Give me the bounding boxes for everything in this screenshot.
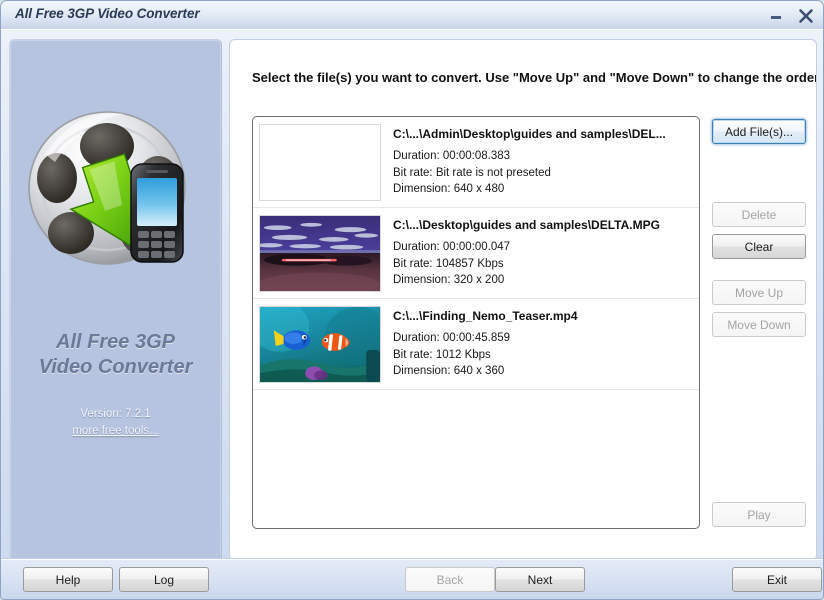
help-button[interactable]: Help — [23, 567, 113, 592]
file-dimension: Dimension: 640 x 360 — [393, 365, 505, 377]
window-title: All Free 3GP Video Converter — [15, 6, 200, 21]
underwater-fish-thumbnail — [259, 306, 381, 383]
dusk-landscape-thumbnail-icon — [260, 216, 380, 291]
instruction-text: Select the file(s) you want to convert. … — [252, 70, 817, 85]
underwater-fish-thumbnail-icon — [260, 307, 380, 382]
close-button[interactable] — [795, 6, 817, 26]
footer-bar: Help Log Back Next Exit — [1, 558, 823, 599]
log-button[interactable]: Log — [119, 567, 209, 592]
version-label: Version: 7.2.1 — [80, 408, 151, 420]
file-info: C:\...\Finding_Nemo_Teaser.mp4 Duration:… — [393, 306, 691, 389]
main-panel: Select the file(s) you want to convert. … — [229, 39, 817, 561]
close-icon — [799, 9, 813, 23]
app-name: All Free 3GP Video Converter — [10, 330, 221, 380]
app-name-line1: All Free 3GP — [56, 331, 175, 353]
file-dimension: Dimension: 320 x 200 — [393, 274, 505, 286]
file-info: C:\...\Admin\Desktop\guides and samples\… — [393, 124, 691, 207]
add-files-button[interactable]: Add File(s)... — [712, 119, 806, 144]
next-button[interactable]: Next — [495, 567, 585, 592]
film-reel-phone-logo-icon — [27, 111, 186, 265]
app-logo — [21, 102, 211, 277]
file-bitrate: Bit rate: 1012 Kbps — [393, 348, 491, 361]
move-down-button[interactable]: Move Down — [712, 312, 806, 337]
file-info: C:\...\Desktop\guides and samples\DELTA.… — [393, 215, 691, 298]
file-path: C:\...\Admin\Desktop\guides and samples\… — [393, 127, 666, 141]
more-free-tools-link[interactable]: more free tools... — [10, 425, 221, 437]
dusk-landscape-thumbnail — [259, 215, 381, 292]
file-dimension: Dimension: 640 x 480 — [393, 183, 505, 195]
file-list-item[interactable]: C:\...\Finding_Nemo_Teaser.mp4 Duration:… — [253, 299, 699, 390]
app-name-line2: Video Converter — [38, 356, 193, 378]
blank-thumbnail-icon — [260, 125, 380, 200]
blank-thumbnail — [259, 124, 381, 201]
clear-button[interactable]: Clear — [712, 234, 806, 259]
sidebar: All Free 3GP Video Converter Version: 7.… — [9, 39, 222, 561]
minimize-icon — [771, 16, 781, 19]
minimize-button[interactable] — [765, 6, 787, 26]
file-bitrate: Bit rate: Bit rate is not preseted — [393, 166, 551, 179]
file-duration: Duration: 00:00:08.383 — [393, 150, 511, 162]
title-bar: All Free 3GP Video Converter — [1, 1, 823, 30]
file-bitrate: Bit rate: 104857 Kbps — [393, 257, 504, 270]
file-list[interactable]: C:\...\Admin\Desktop\guides and samples\… — [252, 116, 700, 529]
file-duration: Duration: 00:00:00.047 — [393, 241, 511, 253]
application-window: All Free 3GP Video Converter All Free 3G… — [0, 0, 824, 600]
file-path: C:\...\Finding_Nemo_Teaser.mp4 — [393, 309, 578, 323]
file-path: C:\...\Desktop\guides and samples\DELTA.… — [393, 218, 660, 232]
file-duration: Duration: 00:00:45.859 — [393, 332, 511, 344]
move-up-button[interactable]: Move Up — [712, 280, 806, 305]
delete-button[interactable]: Delete — [712, 202, 806, 227]
play-button[interactable]: Play — [712, 502, 806, 527]
file-list-item[interactable]: C:\...\Admin\Desktop\guides and samples\… — [253, 117, 699, 208]
file-list-item[interactable]: C:\...\Desktop\guides and samples\DELTA.… — [253, 208, 699, 299]
exit-button[interactable]: Exit — [732, 567, 822, 592]
back-button[interactable]: Back — [405, 567, 495, 592]
